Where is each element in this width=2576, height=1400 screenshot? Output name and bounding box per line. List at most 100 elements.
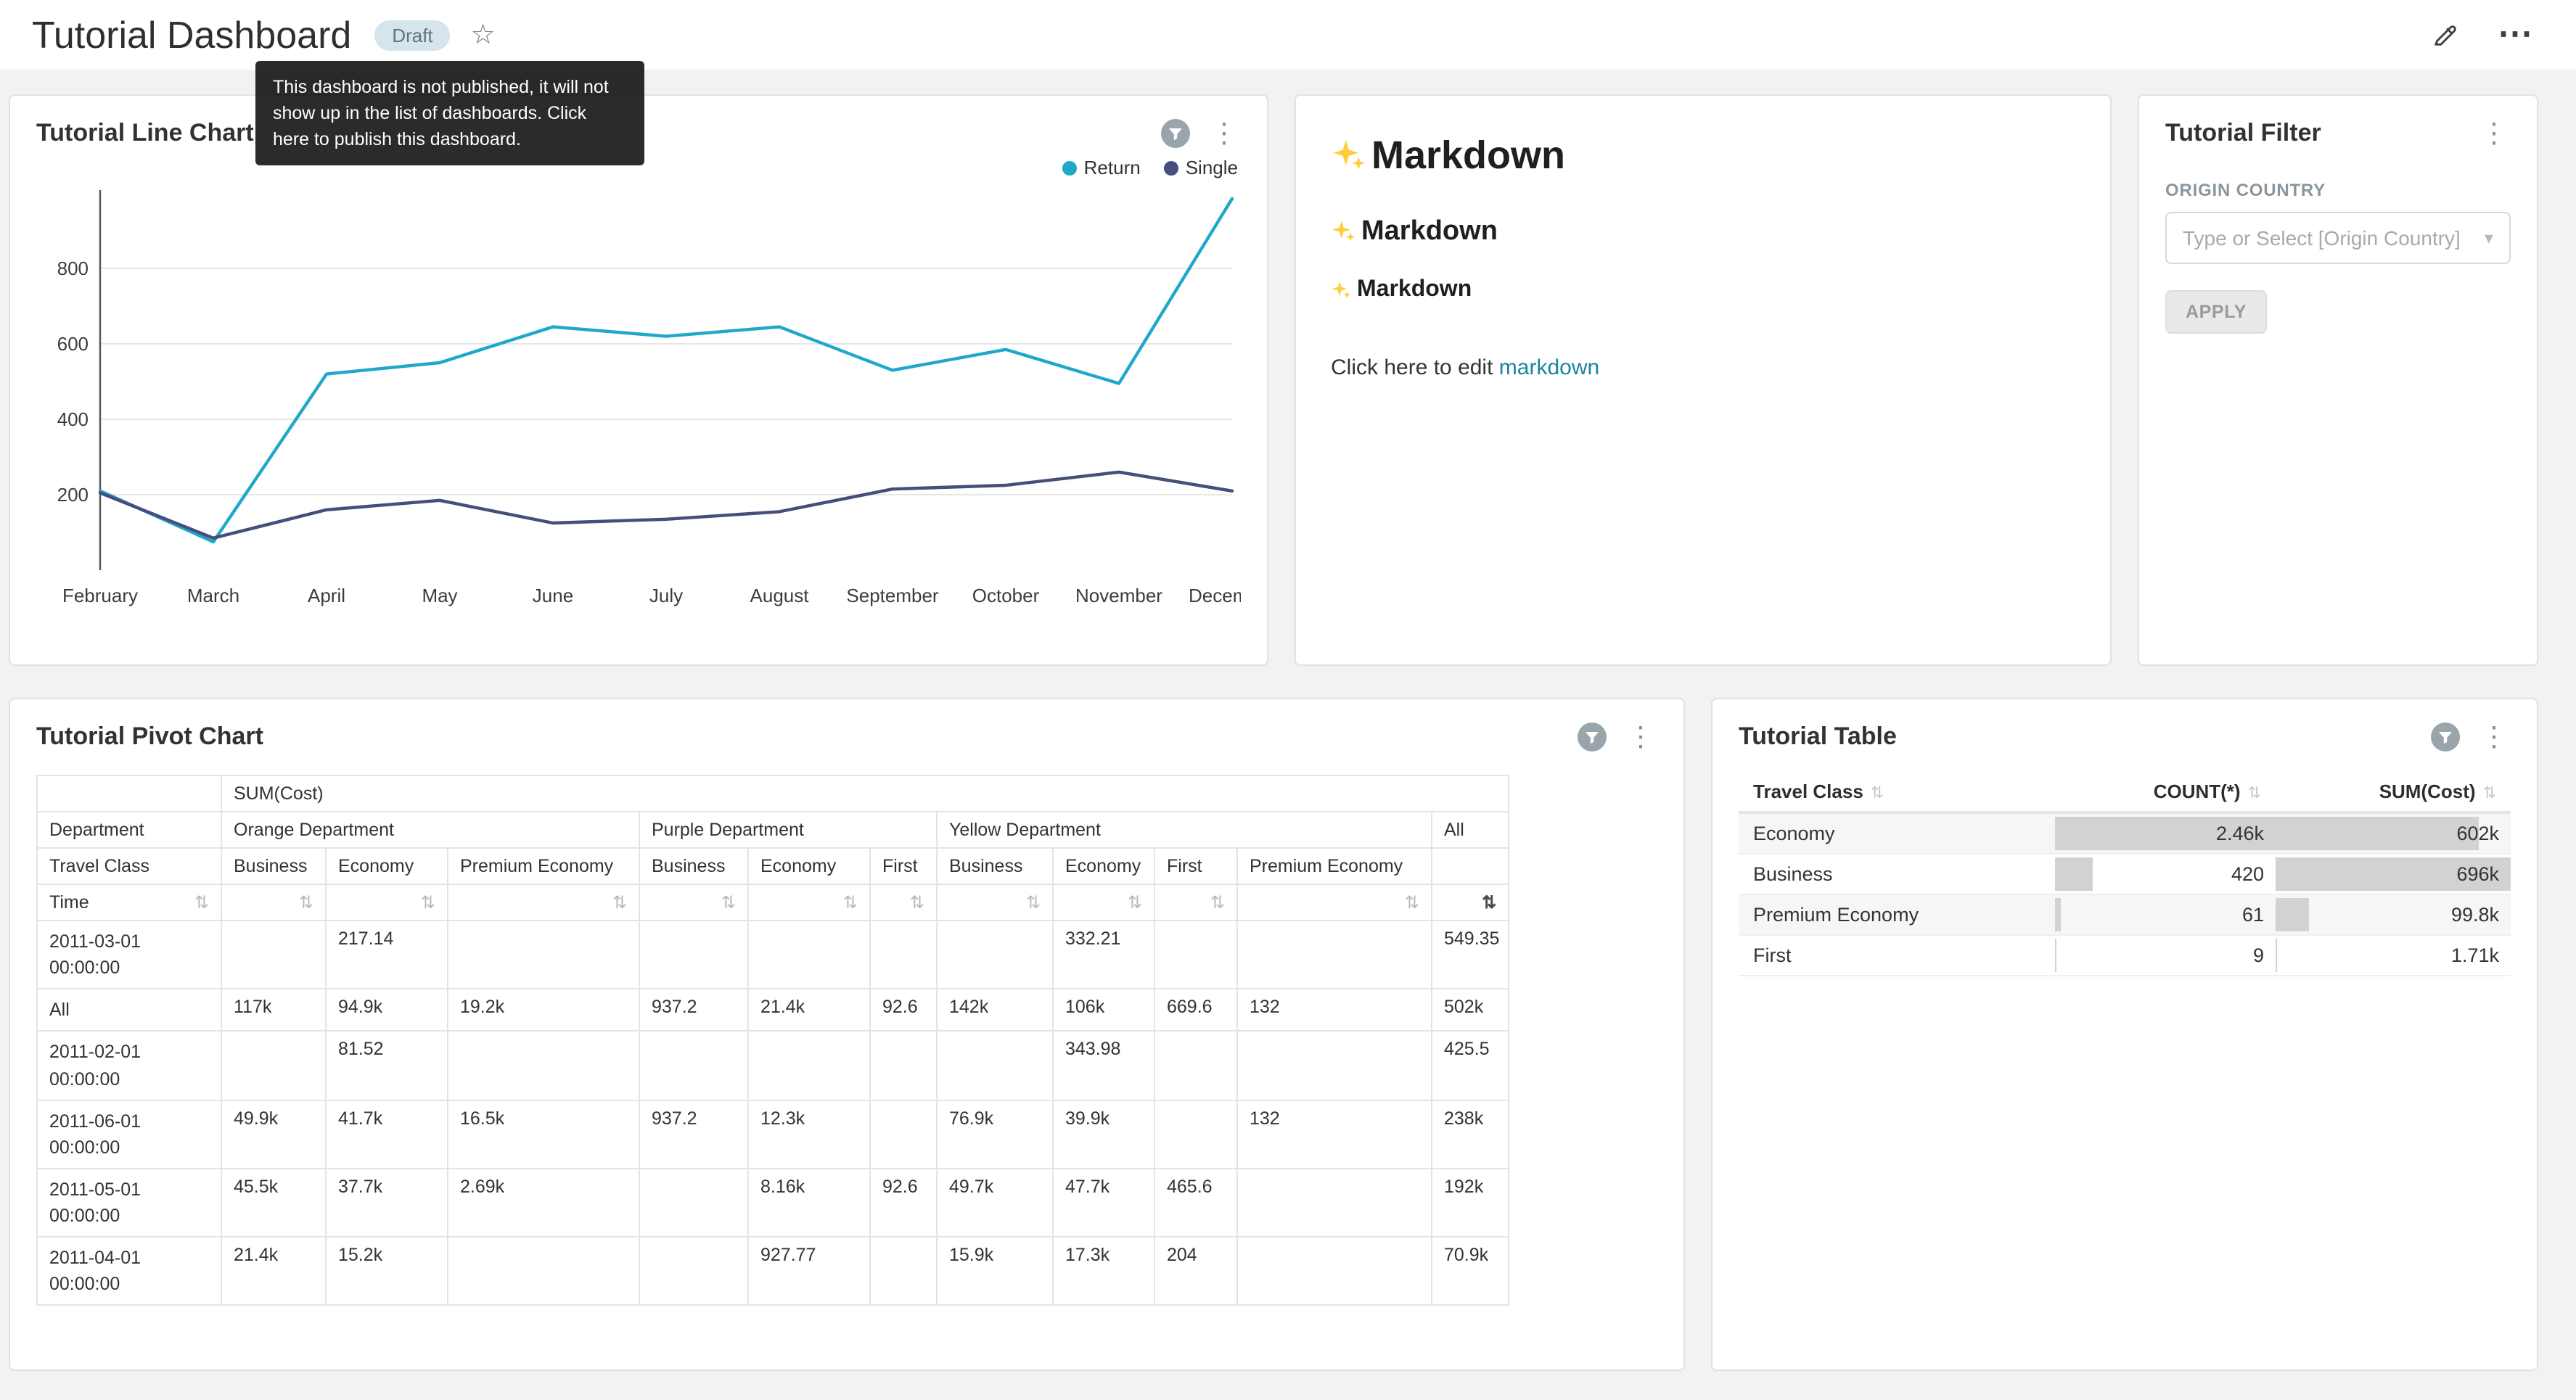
value-text: 602k bbox=[2456, 823, 2511, 844]
pivot-corner-cell bbox=[37, 775, 221, 812]
pivot-value-cell bbox=[1237, 1032, 1432, 1100]
pivot-value-cell: 2.69k bbox=[448, 1169, 639, 1238]
filter-icon[interactable] bbox=[2431, 722, 2460, 752]
x-tick-label: March bbox=[187, 585, 239, 606]
star-icon[interactable]: ☆ bbox=[471, 18, 496, 52]
sparkles-icon bbox=[1331, 219, 1355, 244]
table-col-header[interactable]: Travel Class⇅ bbox=[1739, 772, 2055, 812]
value-text: 99.8k bbox=[2451, 903, 2511, 925]
pivot-value-cell: 15.9k bbox=[937, 1237, 1053, 1306]
sort-icon[interactable]: ⇅ bbox=[194, 892, 209, 913]
apply-button[interactable]: APPLY bbox=[2165, 290, 2267, 334]
kebab-icon[interactable]: ⋮ bbox=[1624, 723, 1657, 751]
pivot-value-cell: 937.2 bbox=[639, 1100, 748, 1169]
markdown-edit-link[interactable]: markdown bbox=[1499, 355, 1599, 380]
kebab-icon[interactable]: ⋮ bbox=[2477, 120, 2511, 147]
markdown-paragraph: Click here to edit markdown bbox=[1331, 355, 2075, 380]
x-tick-label: February bbox=[62, 585, 138, 606]
filter-icon[interactable] bbox=[1578, 722, 1607, 752]
sort-icon[interactable]: ⇅ bbox=[421, 892, 435, 913]
pivot-value-cell: 132 bbox=[1237, 989, 1432, 1032]
more-icon[interactable]: ⋯ bbox=[2498, 17, 2532, 52]
pivot-row: 2011-06-01 00:00:0049.9k41.7k16.5k937.21… bbox=[37, 1100, 1509, 1169]
table-col-label: SUM(Cost) bbox=[2379, 781, 2476, 802]
edit-icon[interactable] bbox=[2431, 20, 2460, 49]
line-chart-card: Tutorial Line Chart ⋮ ReturnSingle 20040… bbox=[9, 94, 1268, 666]
pivot-group-header: Purple Department bbox=[639, 812, 937, 848]
origin-country-select[interactable]: Type or Select [Origin Country] ▾ bbox=[2165, 212, 2511, 264]
pivot-sort-cell: ⇅ bbox=[221, 884, 326, 921]
legend-dot bbox=[1062, 160, 1077, 175]
pivot-value-cell bbox=[639, 921, 748, 989]
sort-icon[interactable]: ⇅ bbox=[843, 892, 858, 913]
dashboard-header: Tutorial Dashboard Draft ☆ ⋯ bbox=[0, 0, 2576, 70]
sort-icon[interactable]: ⇅ bbox=[721, 892, 736, 913]
pivot-col-header: First bbox=[1154, 848, 1237, 884]
pivot-value-cell: 17.3k bbox=[1053, 1237, 1154, 1306]
sort-icon[interactable]: ⇅ bbox=[1128, 892, 1142, 913]
pivot-value-cell bbox=[1237, 1237, 1432, 1306]
pivot-measure-header: SUM(Cost) bbox=[221, 775, 1509, 812]
pivot-row: 2011-05-01 00:00:0045.5k37.7k2.69k8.16k9… bbox=[37, 1169, 1509, 1238]
markdown-h1-text: Markdown bbox=[1371, 133, 1565, 177]
kebab-icon[interactable]: ⋮ bbox=[2477, 723, 2511, 751]
x-tick-label: December bbox=[1189, 585, 1241, 606]
sparkles-icon bbox=[1331, 280, 1351, 300]
legend-label: Return bbox=[1084, 157, 1141, 178]
pivot-value-cell: 132 bbox=[1237, 1100, 1432, 1169]
value-bar bbox=[2276, 897, 2309, 931]
pivot-col-header: Premium Economy bbox=[448, 848, 639, 884]
pivot-sort-cell: ⇅ bbox=[1237, 884, 1432, 921]
pivot-value-cell bbox=[1154, 1032, 1237, 1100]
sort-icon[interactable]: ⇅ bbox=[1026, 892, 1041, 913]
kebab-icon[interactable]: ⋮ bbox=[1207, 120, 1241, 147]
filter-icon[interactable] bbox=[1161, 119, 1190, 148]
pivot-row: 2011-02-01 00:00:0081.52343.98425.5 bbox=[37, 1032, 1509, 1100]
table-col-header[interactable]: COUNT(*)⇅ bbox=[2055, 772, 2276, 812]
markdown-card: Markdown Markdown Markdown Click here to… bbox=[1295, 94, 2112, 666]
markdown-h3: Markdown bbox=[1331, 277, 2075, 303]
sort-icon[interactable]: ⇅ bbox=[1871, 785, 1884, 802]
y-tick-label: 800 bbox=[57, 258, 89, 279]
caret-down-icon: ▾ bbox=[2485, 228, 2493, 248]
pivot-value-cell bbox=[870, 1100, 937, 1169]
pivot-value-cell bbox=[870, 1237, 937, 1306]
dashboard-row-bottom: Tutorial Pivot Chart ⋮ SUM(Cost)Departme… bbox=[0, 698, 2576, 1371]
sort-icon[interactable]: ⇅ bbox=[2483, 785, 2496, 802]
pivot-value-cell: 217.14 bbox=[326, 921, 448, 989]
draft-badge[interactable]: Draft bbox=[374, 20, 450, 50]
table-card: Tutorial Table ⋮ Travel Class⇅COUNT(*)⇅S… bbox=[1711, 698, 2538, 1371]
sort-icon[interactable]: ⇅ bbox=[1405, 892, 1419, 913]
sort-icon[interactable]: ⇅ bbox=[2248, 785, 2261, 802]
pivot-dimension-header: Department bbox=[37, 812, 221, 848]
pivot-value-cell: 142k bbox=[937, 989, 1053, 1032]
value-text: 1.71k bbox=[2451, 944, 2511, 965]
pivot-value-cell bbox=[870, 921, 937, 989]
sort-desc-icon[interactable]: ⇅ bbox=[1482, 892, 1496, 913]
select-placeholder: Type or Select [Origin Country] bbox=[2183, 226, 2461, 250]
sort-icon[interactable]: ⇅ bbox=[612, 892, 627, 913]
legend-item[interactable]: Single bbox=[1164, 157, 1238, 178]
pivot-group-header: Yellow Department bbox=[937, 812, 1432, 848]
table-cell-value: 99.8k bbox=[2276, 894, 2511, 934]
value-text: 9 bbox=[2253, 944, 2276, 965]
table-cell-value: 2.46k bbox=[2055, 812, 2276, 853]
pivot-col-header: Business bbox=[639, 848, 748, 884]
sort-icon[interactable]: ⇅ bbox=[1210, 892, 1225, 913]
markdown-h2: Markdown bbox=[1331, 216, 2075, 248]
legend-item[interactable]: Return bbox=[1062, 157, 1141, 178]
pivot-sort-cell: ⇅ bbox=[937, 884, 1053, 921]
sort-icon[interactable]: ⇅ bbox=[910, 892, 924, 913]
travel-class-table: Travel Class⇅COUNT(*)⇅SUM(Cost)⇅ Economy… bbox=[1739, 772, 2511, 976]
table-cell-value: 696k bbox=[2276, 853, 2511, 894]
pivot-sort-cell: ⇅ bbox=[1154, 884, 1237, 921]
edit-prefix-text: Click here to edit bbox=[1331, 355, 1499, 380]
sort-icon[interactable]: ⇅ bbox=[299, 892, 313, 913]
pivot-value-cell: 19.2k bbox=[448, 989, 639, 1032]
pivot-value-cell bbox=[1154, 1100, 1237, 1169]
pivot-value-cell: 37.7k bbox=[326, 1169, 448, 1238]
pivot-value-cell bbox=[937, 1032, 1053, 1100]
line-series-return bbox=[100, 199, 1232, 542]
pivot-sort-cell: ⇅ bbox=[326, 884, 448, 921]
table-col-header[interactable]: SUM(Cost) ⇅ bbox=[2276, 772, 2511, 812]
